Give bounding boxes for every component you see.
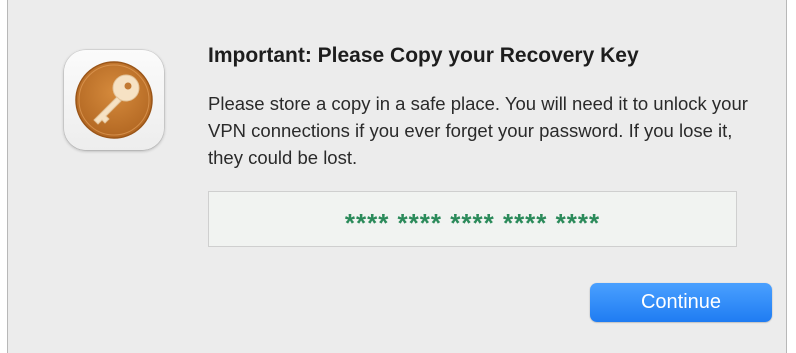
recovery-key-field[interactable]: **** **** **** **** **** [208,191,737,247]
continue-button[interactable]: Continue [590,283,772,322]
recovery-key-text: **** **** **** **** **** [344,207,601,238]
app-icon [64,50,164,150]
key-icon [75,61,153,139]
dialog-title: Important: Please Copy your Recovery Key [208,44,639,67]
dialog-message: Please store a copy in a safe place. You… [208,93,748,168]
recovery-key-dialog: Important: Please Copy your Recovery Key… [7,0,787,353]
